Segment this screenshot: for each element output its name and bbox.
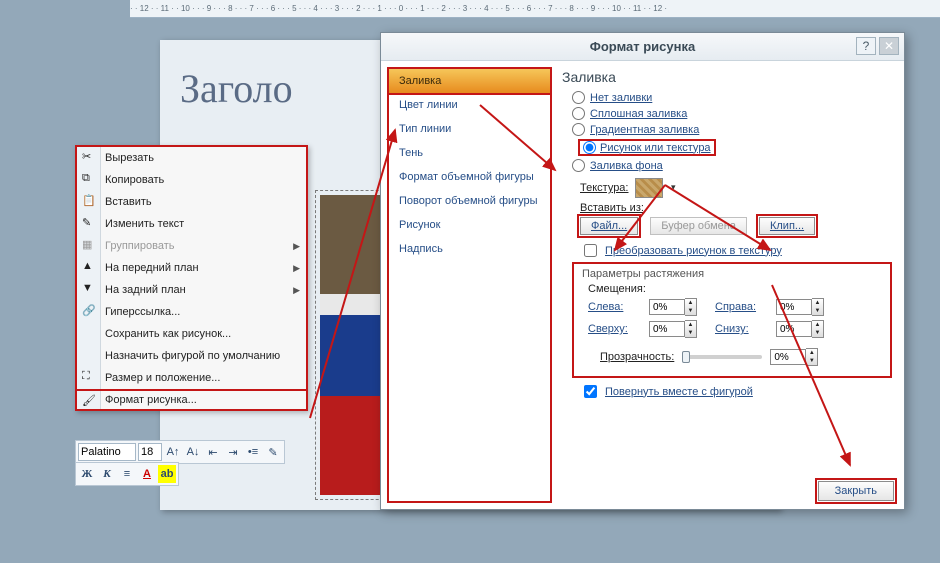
radio-picture-texture[interactable]: Рисунок или текстура <box>572 139 892 156</box>
copy-icon: ⧉ <box>82 172 98 188</box>
category-3d-rotation[interactable]: Поворот объемной фигуры <box>389 189 550 213</box>
clipboard-button: Буфер обмена <box>650 217 747 235</box>
size-icon: ⛶ <box>82 370 98 386</box>
italic-button[interactable]: К <box>98 465 116 483</box>
ctx-hyperlink[interactable]: 🔗Гиперссылка... <box>77 301 306 323</box>
ctx-set-default-shape[interactable]: Назначить фигурой по умолчанию <box>77 345 306 367</box>
transparency-label: Прозрачность: <box>600 351 674 363</box>
texture-dropdown[interactable] <box>635 178 663 198</box>
texture-label: Текстура: <box>580 182 629 194</box>
ctx-send-back[interactable]: ▼На задний план▶ <box>77 279 306 301</box>
slide-title-placeholder: Заголо <box>180 65 293 112</box>
category-3d-format[interactable]: Формат объемной фигуры <box>389 165 550 189</box>
ctx-edit-text[interactable]: ✎Изменить текст <box>77 213 306 235</box>
dialog-titlebar[interactable]: Формат рисунка ? ✕ <box>381 33 904 61</box>
category-picture[interactable]: Рисунок <box>389 213 550 237</box>
increase-indent-button[interactable]: ⇥ <box>224 443 242 461</box>
ctx-format-picture[interactable]: 🖌Формат рисунка... <box>75 389 308 411</box>
font-size-selector[interactable] <box>138 443 162 461</box>
offset-right-label: Справа: <box>715 301 770 313</box>
submenu-arrow-icon: ▶ <box>293 241 300 252</box>
ctx-cut[interactable]: ✂Вырезать <box>77 147 306 169</box>
horizontal-ruler: · · 12 · · 11 · · 10 · · · 9 · · · 8 · ·… <box>130 0 940 18</box>
category-shadow[interactable]: Тень <box>389 141 550 165</box>
offset-left-label: Слева: <box>588 301 643 313</box>
bold-button[interactable]: Ж <box>78 465 96 483</box>
send-back-icon: ▼ <box>82 282 98 298</box>
dialog-help-button[interactable]: ? <box>856 37 876 55</box>
offset-bottom-label: Снизу: <box>715 323 770 335</box>
radio-solid-fill[interactable]: Сплошная заливка <box>572 107 892 120</box>
ctx-paste[interactable]: 📋Вставить <box>77 191 306 213</box>
dialog-panel: Заливка Нет заливки Сплошная заливка Гра… <box>558 61 904 509</box>
context-menu: ✂Вырезать ⧉Копировать 📋Вставить ✎Изменит… <box>75 145 308 411</box>
bullets-button[interactable]: •≡ <box>244 443 262 461</box>
format-picture-icon: 🖌 <box>82 394 98 410</box>
close-button[interactable]: Закрыть <box>818 481 894 501</box>
offset-left-spinner[interactable]: ▲▼ <box>649 298 709 316</box>
edit-text-icon: ✎ <box>82 216 98 232</box>
mini-toolbar: A↑ A↓ ⇤ ⇥ •≡ ✎ <box>75 440 285 464</box>
format-painter-button[interactable]: ✎ <box>264 443 282 461</box>
offset-bottom-spinner[interactable]: ▲▼ <box>776 320 836 338</box>
stretch-parameters-group: Параметры растяжения Смещения: Слева: ▲▼… <box>572 262 892 378</box>
hyperlink-icon: 🔗 <box>82 304 98 320</box>
font-color-button[interactable]: A <box>138 465 156 483</box>
offset-right-spinner[interactable]: ▲▼ <box>776 298 836 316</box>
offset-top-spinner[interactable]: ▲▼ <box>649 320 709 338</box>
bring-front-icon: ▲ <box>82 260 98 276</box>
category-line-color[interactable]: Цвет линии <box>389 93 550 117</box>
category-textbox[interactable]: Надпись <box>389 237 550 261</box>
clip-button[interactable]: Клип... <box>759 217 815 235</box>
submenu-arrow-icon: ▶ <box>293 285 300 296</box>
ctx-group: ▦Группировать▶ <box>77 235 306 257</box>
dialog-close-button[interactable]: ✕ <box>879 37 899 55</box>
ctx-bring-front[interactable]: ▲На передний план▶ <box>77 257 306 279</box>
radio-no-fill[interactable]: Нет заливки <box>572 91 892 104</box>
insert-from-label: Вставить из: <box>580 202 892 214</box>
transparency-spinner[interactable]: ▲▼ <box>770 348 818 366</box>
submenu-arrow-icon: ▶ <box>293 263 300 274</box>
offsets-label: Смещения: <box>588 283 882 295</box>
ctx-save-as-picture[interactable]: Сохранить как рисунок... <box>77 323 306 345</box>
ctx-size-position[interactable]: ⛶Размер и положение... <box>77 367 306 389</box>
stretch-title: Параметры растяжения <box>582 268 882 280</box>
radio-gradient-fill[interactable]: Градиентная заливка <box>572 123 892 136</box>
rotate-with-shape-checkbox[interactable]: Повернуть вместе с фигурой <box>580 382 892 401</box>
mini-toolbar-row2: Ж К ≡ A ab <box>75 462 179 486</box>
decrease-indent-button[interactable]: ⇤ <box>204 443 222 461</box>
align-button[interactable]: ≡ <box>118 465 136 483</box>
dialog-category-list: Заливка Цвет линии Тип линии Тень Формат… <box>387 67 552 503</box>
shrink-font-button[interactable]: A↓ <box>184 443 202 461</box>
category-line-type[interactable]: Тип линии <box>389 117 550 141</box>
cut-icon: ✂ <box>82 150 98 166</box>
font-selector[interactable] <box>78 443 136 461</box>
panel-heading: Заливка <box>562 69 892 85</box>
offset-top-label: Сверху: <box>588 323 643 335</box>
paste-icon: 📋 <box>82 194 98 210</box>
tile-as-texture-checkbox[interactable]: Преобразовать рисунок в текстуру <box>580 241 892 260</box>
radio-background-fill[interactable]: Заливка фона <box>572 159 892 172</box>
category-fill[interactable]: Заливка <box>387 67 552 95</box>
highlight-button[interactable]: ab <box>158 465 176 483</box>
grow-font-button[interactable]: A↑ <box>164 443 182 461</box>
dialog-title: Формат рисунка <box>590 39 695 54</box>
format-picture-dialog: Формат рисунка ? ✕ Заливка Цвет линии Ти… <box>380 32 905 510</box>
transparency-slider[interactable] <box>682 355 762 359</box>
file-button[interactable]: Файл... <box>580 217 638 235</box>
ctx-copy[interactable]: ⧉Копировать <box>77 169 306 191</box>
group-icon: ▦ <box>82 238 98 254</box>
